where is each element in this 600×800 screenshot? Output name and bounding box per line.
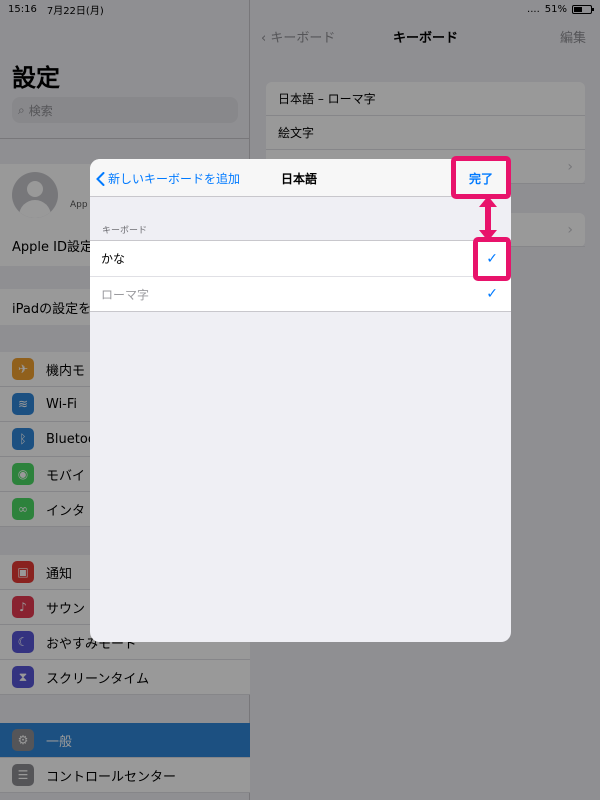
status-bar: 15:16 7月22日(月) .... 51%	[0, 0, 600, 18]
keyboard-type-list: かな ✓ ローマ字 ✓	[90, 240, 511, 312]
modal-title: 日本語	[281, 172, 318, 186]
status-right: .... 51%	[527, 3, 594, 15]
back-label: 新しいキーボードを追加	[108, 172, 241, 186]
option-kana[interactable]: かな ✓	[90, 241, 511, 276]
checkmark-highlight-box	[473, 237, 511, 281]
add-new-keyboard-back-button[interactable]: 新しいキーボードを追加	[96, 170, 240, 187]
done-highlight-box	[451, 156, 511, 199]
option-romaji[interactable]: ローマ字 ✓	[90, 276, 511, 311]
modal-navbar: 新しいキーボードを追加 日本語 完了	[90, 159, 511, 197]
checkmark-icon: ✓	[486, 286, 498, 302]
section-header: キーボード	[102, 226, 148, 236]
status-time: 15:16	[8, 3, 37, 15]
battery-icon	[572, 4, 594, 14]
battery-fill	[574, 6, 583, 12]
status-date: 7月22日(月)	[46, 5, 104, 17]
chevron-left-icon	[96, 171, 105, 186]
arrow-up-icon	[479, 196, 497, 241]
battery-percent: 51%	[544, 3, 567, 15]
japanese-keyboard-modal: 新しいキーボードを追加 日本語 完了 キーボード かな ✓ ローマ字 ✓	[90, 159, 511, 642]
status-dots: ....	[527, 3, 540, 15]
